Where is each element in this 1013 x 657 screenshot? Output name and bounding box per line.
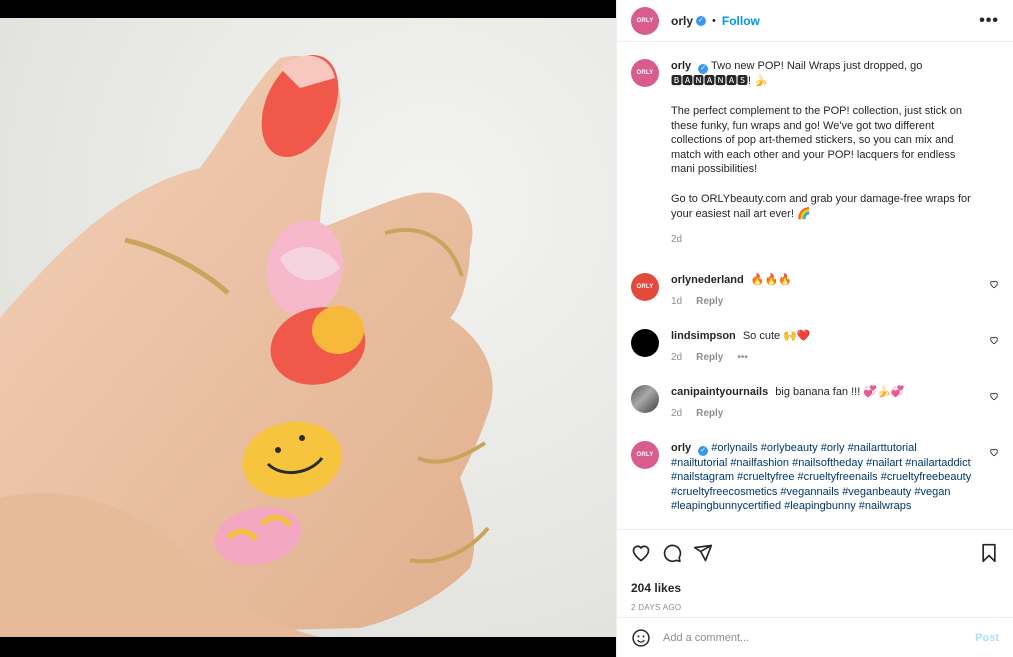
- comment-row: canipaintyournails big banana fan !!! 💞🍌…: [631, 384, 999, 422]
- comment-body: orly ✓ #orlynails #orlybeauty #orly #nail…: [671, 441, 999, 514]
- caption-cta: Go to ORLYbeauty.com and grab your damag…: [671, 193, 971, 220]
- verified-badge-icon: ✓: [696, 15, 707, 26]
- more-horizontal-icon[interactable]: •••: [979, 12, 999, 30]
- comment-body: lindsimpson So cute 🙌❤️ 2d Reply •••: [671, 329, 999, 366]
- hashtag-list[interactable]: #orlynails #orlybeauty #orly #nailarttut…: [671, 442, 971, 513]
- caption-paragraph: The perfect complement to the POP! colle…: [671, 105, 963, 175]
- action-icons: [631, 542, 999, 564]
- comments-list[interactable]: ORLY orly ✓ Two new POP! Nail Wraps just …: [617, 42, 1013, 530]
- comment-username[interactable]: lindsimpson: [671, 330, 736, 342]
- emoji-icon[interactable]: [631, 628, 651, 648]
- comment-time[interactable]: 2d: [671, 408, 682, 419]
- follow-button[interactable]: Follow: [722, 14, 760, 28]
- caption-body: orly ✓ Two new POP! Nail Wraps just dropp…: [671, 59, 999, 248]
- hand-nails-illustration: [0, 54, 493, 637]
- comment-username[interactable]: orlynederland: [671, 274, 744, 286]
- comment-like-heart-icon[interactable]: [989, 279, 999, 289]
- comment-body: orlynederland 🔥🔥🔥 1d Reply: [671, 273, 999, 310]
- comment-time[interactable]: 2d: [671, 352, 682, 363]
- comment-text: big banana fan !!! 💞🍌💞: [775, 385, 905, 398]
- caption-time[interactable]: 2d: [671, 234, 682, 245]
- post-header: ORLY orly ✓ • Follow •••: [617, 0, 1013, 42]
- post-image[interactable]: [0, 18, 616, 637]
- comment-body: canipaintyournails big banana fan !!! 💞🍌…: [671, 385, 999, 422]
- comment-time[interactable]: 1d: [671, 296, 682, 307]
- post-date[interactable]: 2 DAYS AGO: [631, 603, 999, 612]
- comment-row: lindsimpson So cute 🙌❤️ 2d Reply •••: [631, 328, 999, 366]
- reply-button[interactable]: Reply: [696, 352, 723, 363]
- caption: ORLY orly ✓ Two new POP! Nail Wraps just …: [631, 59, 999, 248]
- post-comment-button[interactable]: Post: [975, 632, 999, 644]
- caption-line: Two new POP! Nail Wraps just dropped, go…: [671, 60, 923, 87]
- comment-input[interactable]: [663, 631, 976, 644]
- comment-options-icon[interactable]: •••: [737, 352, 748, 363]
- reply-button[interactable]: Reply: [696, 296, 723, 307]
- heart-icon[interactable]: [631, 543, 651, 563]
- comment-like-heart-icon[interactable]: [989, 335, 999, 345]
- paper-plane-icon[interactable]: [693, 543, 713, 563]
- comment-icon[interactable]: [662, 543, 682, 563]
- likes-count[interactable]: 204 likes: [631, 581, 999, 595]
- comment-text: So cute 🙌❤️: [742, 329, 811, 342]
- comment-row: ORLY orly ✓ #orlynails #orlybeauty #orly …: [631, 440, 999, 514]
- separator-dot: •: [712, 14, 716, 27]
- caption-username[interactable]: orly: [671, 60, 691, 72]
- instagram-post: ORLY orly ✓ • Follow ••• ORLY orly ✓ Two …: [0, 0, 1013, 657]
- avatar[interactable]: ORLY: [631, 440, 659, 469]
- reply-button[interactable]: Reply: [696, 408, 723, 419]
- bookmark-icon[interactable]: [979, 543, 999, 563]
- comment-row: ORLY orlynederland 🔥🔥🔥 1d Reply: [631, 272, 999, 310]
- comment-username[interactable]: orly: [671, 442, 691, 454]
- comment-text: 🔥🔥🔥: [750, 273, 792, 286]
- comment-like-heart-icon[interactable]: [989, 447, 999, 457]
- caption-separator: ⠀⠀⠀⠀⠀⠀⠀⠀⠀⠀: [671, 178, 745, 190]
- post-actions: 204 likes 2 DAYS AGO: [617, 529, 1013, 612]
- add-comment-bar: Post: [617, 617, 1013, 657]
- post-media: [0, 0, 616, 657]
- avatar[interactable]: [631, 384, 659, 413]
- avatar[interactable]: [631, 328, 659, 357]
- caption-separator: ⠀⠀⠀⠀⠀⠀⠀⠀⠀⠀: [671, 90, 745, 102]
- verified-badge-icon: ✓: [698, 64, 709, 74]
- header-username[interactable]: orly: [671, 14, 693, 28]
- comment-username[interactable]: canipaintyournails: [671, 386, 768, 398]
- comment-like-heart-icon[interactable]: [989, 391, 999, 401]
- verified-badge-icon: ✓: [698, 445, 709, 456]
- avatar[interactable]: ORLY: [631, 272, 659, 301]
- avatar[interactable]: ORLY: [631, 6, 659, 35]
- post-side-panel: ORLY orly ✓ • Follow ••• ORLY orly ✓ Two …: [616, 0, 1013, 657]
- avatar[interactable]: ORLY: [631, 59, 659, 87]
